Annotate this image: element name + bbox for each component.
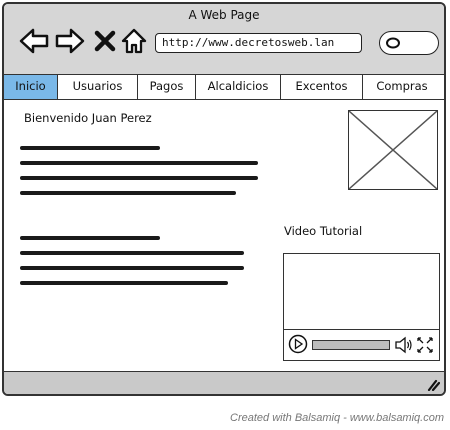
tab-compras[interactable]: Compras [363, 75, 441, 99]
forward-arrow-icon[interactable] [54, 26, 86, 56]
search-input[interactable] [379, 31, 439, 55]
video-controls [284, 329, 439, 360]
resize-grip-icon[interactable] [426, 377, 440, 391]
tab-pagos[interactable]: Pagos [138, 75, 196, 99]
video-tutorial-heading: Video Tutorial [284, 224, 363, 238]
status-bar [4, 371, 444, 394]
image-placeholder [348, 110, 438, 190]
video-player[interactable] [283, 253, 440, 361]
volume-icon[interactable] [395, 335, 413, 355]
balsamiq-credit: Created with Balsamiq - www.balsamiq.com [230, 412, 444, 424]
fullscreen-icon[interactable] [416, 335, 434, 355]
back-arrow-icon[interactable] [18, 26, 50, 56]
placeholder-text-block-1 [20, 146, 258, 206]
play-icon[interactable] [288, 334, 308, 354]
home-icon[interactable] [120, 26, 148, 56]
browser-titlebar: A Web Page http://www.decretosweb.lan [4, 4, 444, 75]
address-bar[interactable]: http://www.decretosweb.lan [155, 33, 362, 53]
tab-inicio[interactable]: Inicio [4, 75, 58, 99]
tab-usuarios[interactable]: Usuarios [58, 75, 138, 99]
seek-bar[interactable] [312, 340, 390, 350]
browser-window: A Web Page http://www.decretosweb.lan In… [2, 2, 446, 396]
tab-excentos[interactable]: Excentos [281, 75, 363, 99]
welcome-heading: Bienvenido Juan Perez [24, 111, 152, 125]
tab-bar: Inicio Usuarios Pagos Alcaldicios Excent… [4, 75, 444, 100]
close-icon[interactable] [92, 26, 118, 56]
tab-alcaldicios[interactable]: Alcaldicios [196, 75, 281, 99]
placeholder-text-block-2 [20, 236, 244, 296]
window-title: A Web Page [188, 8, 260, 22]
search-icon [386, 37, 400, 49]
